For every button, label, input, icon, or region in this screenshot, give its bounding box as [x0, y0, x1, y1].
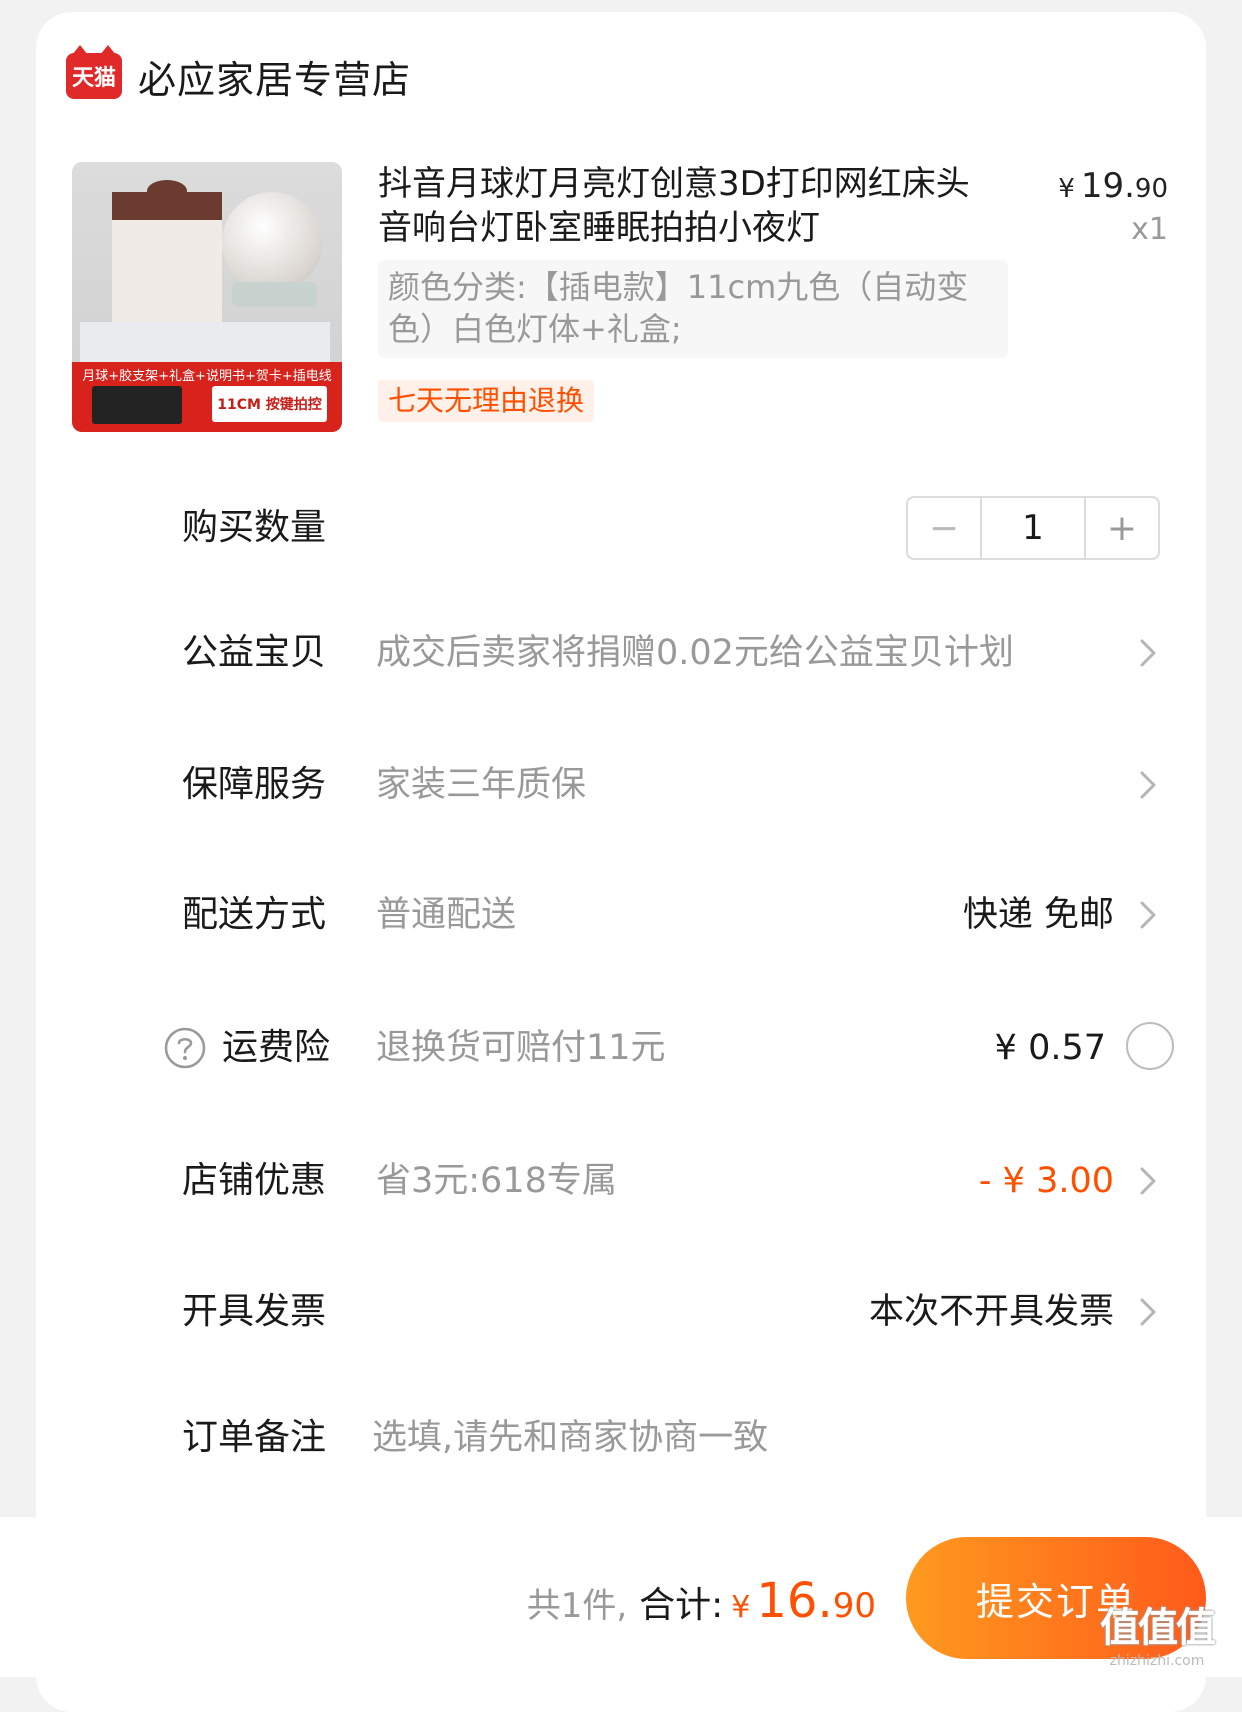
decrease-button[interactable]: − [908, 498, 982, 558]
product-image[interactable]: 月球+胶支架+礼盒+说明书+贺卡+插电线 11CM 按键拍控 [72, 162, 342, 432]
insurance-value: 退换货可赔付11元 [376, 1028, 666, 1068]
charity-value: 成交后卖家将捐赠0.02元给公益宝贝计划 [376, 633, 1014, 673]
quantity-value[interactable]: 1 [982, 498, 1084, 558]
product-image-badge: 11CM 按键拍控 [212, 386, 327, 422]
insurance-row: 运费险 退换货可赔付11元 ¥ 0.57 [0, 1008, 1242, 1088]
price-decimal: 90 [1134, 174, 1168, 204]
note-label: 订单备注 [182, 1417, 327, 1458]
product-image-banner: 月球+胶支架+礼盒+说明书+贺卡+插电线 11CM 按键拍控 [72, 362, 342, 432]
tmall-logo-text: 天猫 [71, 66, 116, 91]
chevron-right-icon [1140, 639, 1156, 667]
gift-bow-illustration [147, 180, 187, 202]
watermark-logo: 值值值 [1100, 1605, 1216, 1651]
insurance-price: ¥ 0.57 [994, 1028, 1106, 1068]
chevron-right-icon [1140, 901, 1156, 929]
quantity-row: 购买数量 − 1 + [0, 488, 1242, 568]
lamp-stand-illustration [232, 282, 317, 307]
service-row[interactable]: 保障服务 家装三年质保 [0, 745, 1242, 825]
discount-value: 省3元:618专属 [376, 1161, 617, 1201]
moon-lamp-illustration [222, 192, 322, 292]
shop-name: 必应家居专营店 [138, 57, 412, 102]
total-label: 合计: [639, 1585, 724, 1626]
invoice-label: 开具发票 [182, 1291, 327, 1332]
color-swatches-illustration [92, 386, 182, 424]
checkout-bar: 共1件, 合计: ¥ 16. 90 提交订单 值值值 zhizhizhi.com [0, 1517, 1242, 1677]
total-integer: 16. [756, 1573, 833, 1629]
discount-row[interactable]: 店铺优惠 省3元:618专属 - ¥ 3.00 [0, 1141, 1242, 1221]
product-price: ¥19.90 [1058, 166, 1168, 206]
insurance-radio[interactable] [1126, 1022, 1174, 1070]
order-summary: 共1件, 合计: ¥ 16. 90 [527, 1573, 876, 1633]
product-image-banner-text: 月球+胶支架+礼盒+说明书+贺卡+插电线 [82, 369, 332, 384]
invoice-row[interactable]: 开具发票 本次不开具发票 [0, 1272, 1242, 1352]
chevron-right-icon [1140, 1167, 1156, 1195]
charity-row[interactable]: 公益宝贝 成交后卖家将捐赠0.02元给公益宝贝计划 [0, 613, 1242, 693]
increase-button[interactable]: + [1084, 498, 1158, 558]
chevron-right-icon [1140, 1298, 1156, 1326]
item-count: 共1件, [526, 1586, 628, 1626]
quantity-stepper[interactable]: − 1 + [906, 496, 1160, 560]
chevron-right-icon [1140, 771, 1156, 799]
delivery-value: 普通配送 [376, 895, 517, 935]
product-title[interactable]: 抖音月球灯月亮灯创意3D打印网红床头音响台灯卧室睡眠拍拍小夜灯 [378, 162, 988, 250]
watermark-url: zhizhizhi.com [1109, 1653, 1205, 1669]
note-row: 订单备注 选填,请先和商家协商一致 [0, 1398, 1242, 1478]
return-policy-badge: 七天无理由退换 [378, 380, 595, 422]
product-quantity: x1 [1131, 212, 1168, 247]
price-integer: 19. [1080, 166, 1135, 206]
price-currency: ¥ [1058, 174, 1075, 204]
accessories-illustration [80, 322, 330, 362]
delivery-method: 快递 免邮 [962, 895, 1114, 935]
discount-amount: - ¥ 3.00 [978, 1161, 1114, 1201]
tmall-logo-icon: 天猫 [66, 45, 122, 99]
shop-header[interactable]: 天猫 必应家居专营店 [66, 36, 411, 116]
quantity-label: 购买数量 [182, 507, 327, 548]
sku-info[interactable]: 颜色分类:【插电款】11cm九色（自动变色）白色灯体+礼盒; [378, 260, 1008, 358]
watermark: 值值值 zhizhizhi.com [1082, 1595, 1232, 1669]
service-label: 保障服务 [182, 764, 327, 805]
invoice-value: 本次不开具发票 [868, 1292, 1114, 1332]
delivery-row[interactable]: 配送方式 普通配送 快递 免邮 [0, 875, 1242, 955]
service-value: 家装三年质保 [376, 765, 587, 805]
total-currency: ¥ [731, 1590, 751, 1625]
total-decimal: 90 [832, 1586, 876, 1626]
charity-label: 公益宝贝 [182, 632, 327, 673]
help-icon[interactable] [164, 1027, 206, 1069]
delivery-label: 配送方式 [182, 894, 327, 935]
note-input[interactable]: 选填,请先和商家协商一致 [372, 1398, 768, 1478]
discount-label: 店铺优惠 [182, 1160, 327, 1201]
insurance-label: 运费险 [222, 1027, 331, 1068]
